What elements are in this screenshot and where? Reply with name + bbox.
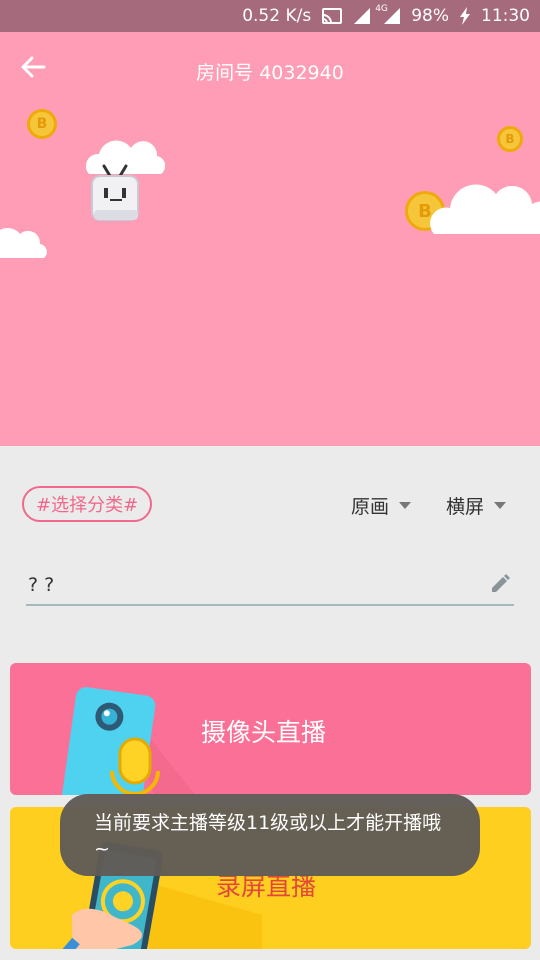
cloud-decoration <box>430 184 540 234</box>
quality-dropdown[interactable]: 原画 <box>351 492 412 519</box>
cloud-decoration <box>0 228 47 258</box>
coin-icon: B <box>27 109 57 139</box>
stream-title-input[interactable]: ? ? <box>26 566 514 606</box>
room-number-title: 房间号 4032940 <box>196 62 344 84</box>
camera-live-label: 摄像头直播 <box>201 718 327 747</box>
live-settings: #选择分类# 原画 横屏 ? ? <box>0 446 540 666</box>
signal-4g-icon: 4G <box>375 4 401 25</box>
category-tag-button[interactable]: #选择分类# <box>22 486 153 522</box>
chevron-down-icon <box>494 502 507 509</box>
camera-phone-illustration <box>59 687 196 795</box>
coin-icon: B <box>497 126 523 152</box>
network-speed: 0.52 K/s <box>242 6 312 26</box>
battery-level: 98% <box>411 6 449 26</box>
quality-label: 原画 <box>351 496 390 518</box>
status-bar: 0.52 K/s 4G 98% 11:30 <box>0 0 540 32</box>
cast-icon <box>321 7 343 25</box>
clock: 11:30 <box>481 6 530 26</box>
edit-pencil-icon[interactable] <box>490 574 510 594</box>
level-requirement-toast: 当前要求主播等级11级或以上才能开播哦~ <box>60 794 480 876</box>
camera-live-button[interactable]: 摄像头直播 <box>10 663 531 795</box>
orientation-dropdown[interactable]: 横屏 <box>446 492 507 519</box>
mascot-icon <box>91 164 139 221</box>
hero-banner: 房间号 4032940 B B B <box>0 32 540 446</box>
signal-icon <box>353 7 371 25</box>
stream-title-value: ? ? <box>28 574 55 596</box>
chevron-down-icon <box>399 502 412 509</box>
charging-icon <box>459 7 471 25</box>
orientation-label: 横屏 <box>446 496 485 518</box>
network-type-label: 4G <box>375 4 388 14</box>
